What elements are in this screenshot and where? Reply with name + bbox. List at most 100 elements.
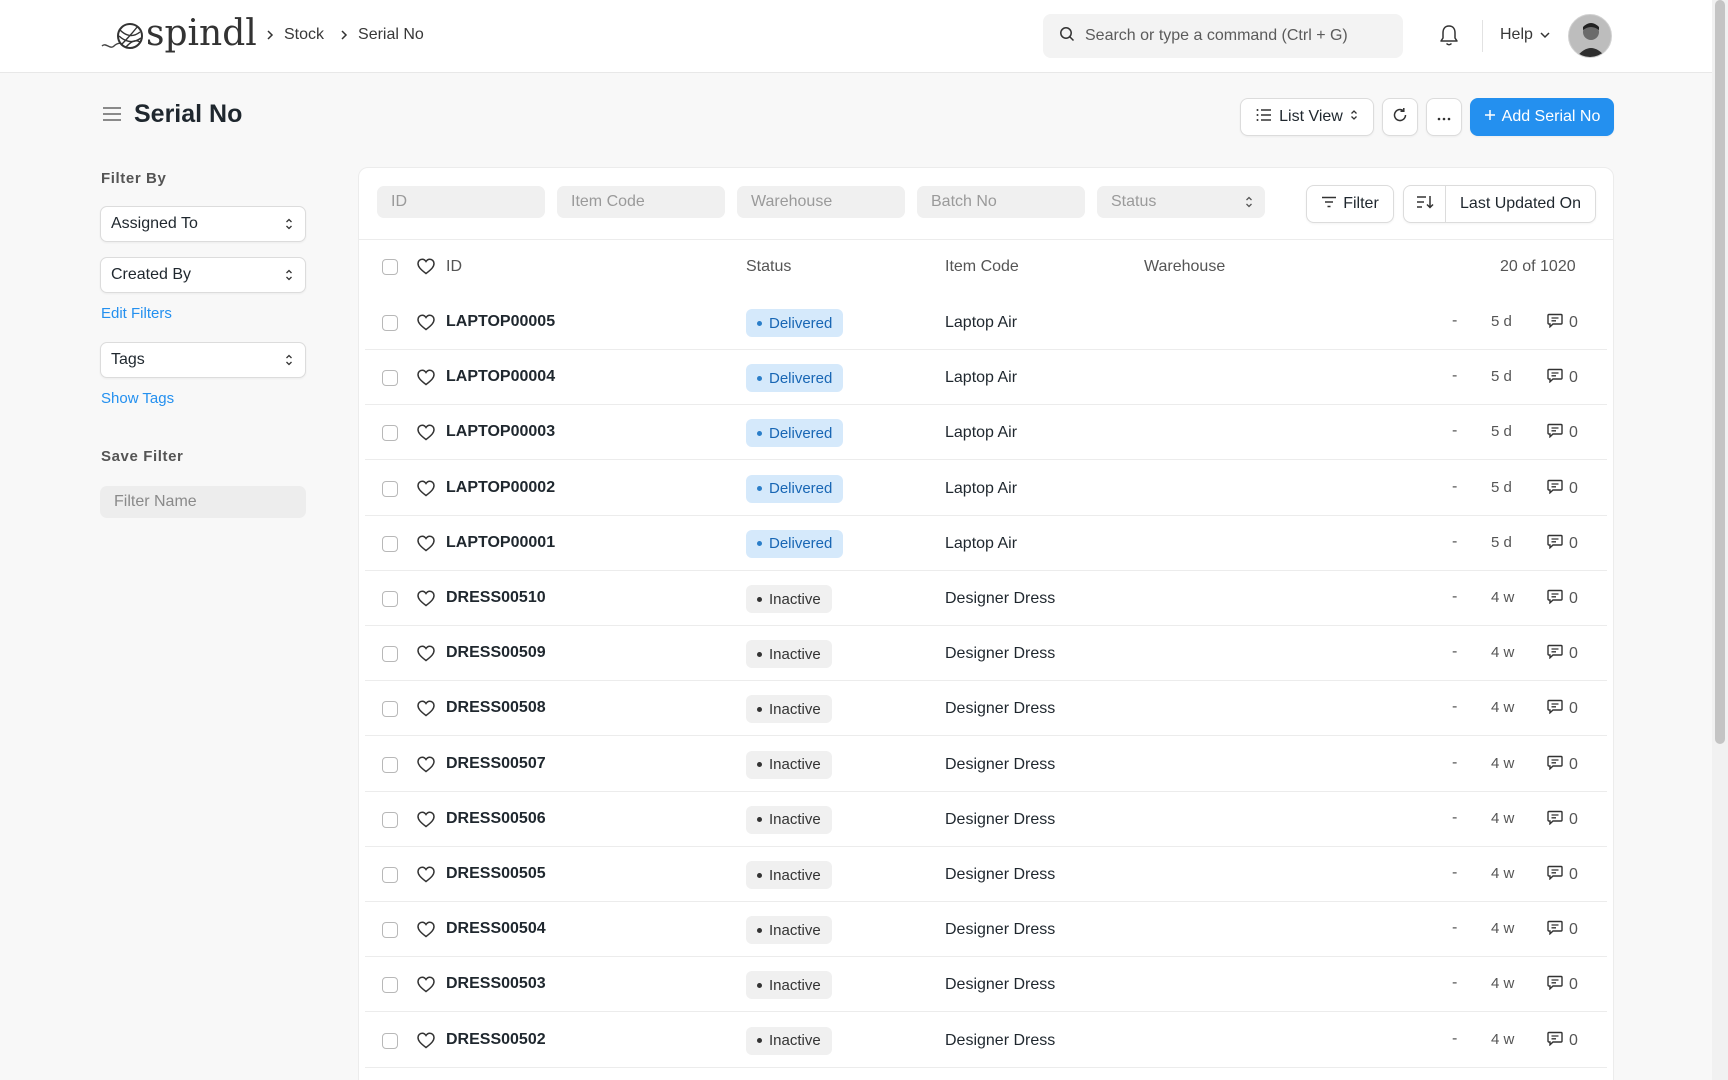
row-id[interactable]: DRESS00503 [446, 975, 546, 993]
row-checkbox[interactable] [382, 867, 398, 883]
table-row[interactable]: LAPTOP00004 Delivered Laptop Air - 5 d 0 [365, 350, 1607, 406]
row-comments[interactable]: 0 [1547, 810, 1578, 830]
row-checkbox[interactable] [382, 315, 398, 331]
heart-icon[interactable] [417, 480, 435, 502]
row-comments[interactable]: 0 [1547, 423, 1578, 443]
row-checkbox[interactable] [382, 977, 398, 994]
table-row[interactable]: DRESS00504 Inactive Designer Dress - 4 w 0 [365, 902, 1607, 958]
row-comments[interactable]: 0 [1547, 865, 1578, 885]
table-row[interactable]: DRESS00503 Inactive Designer Dress - 4 w 0 [365, 957, 1607, 1013]
sort-field-button[interactable]: Last Updated On [1446, 186, 1595, 222]
table-row[interactable]: DRESS00509 Inactive Designer Dress - 4 w 0 [365, 626, 1607, 682]
row-comments[interactable]: 0 [1547, 589, 1578, 609]
row-checkbox[interactable] [382, 425, 398, 442]
id-filter-input[interactable] [377, 186, 545, 218]
row-id[interactable]: DRESS00505 [446, 865, 546, 883]
tags-select[interactable]: Tags [100, 342, 306, 378]
row-comments[interactable]: 0 [1547, 920, 1578, 940]
table-row[interactable]: DRESS00505 Inactive Designer Dress - 4 w 0 [365, 847, 1607, 902]
row-id[interactable]: LAPTOP00001 [446, 534, 555, 552]
row-checkbox[interactable] [382, 922, 398, 939]
add-serial-no-button[interactable]: Add Serial No [1470, 98, 1614, 136]
table-row[interactable]: DRESS00507 Inactive Designer Dress - 4 w 0 [365, 737, 1607, 792]
table-row[interactable]: LAPTOP00005 Delivered Laptop Air - 5 d 0 [365, 295, 1607, 350]
row-comments[interactable]: 0 [1547, 368, 1578, 388]
row-id[interactable]: LAPTOP00002 [446, 479, 555, 497]
select-all-checkbox[interactable] [382, 259, 398, 275]
row-id[interactable]: LAPTOP00004 [446, 368, 555, 386]
row-id[interactable]: DRESS00509 [446, 644, 546, 662]
list-view-button[interactable]: List View [1240, 98, 1374, 136]
row-id[interactable]: DRESS00508 [446, 699, 546, 717]
row-id[interactable]: LAPTOP00003 [446, 423, 555, 441]
row-checkbox[interactable] [382, 646, 398, 663]
table-row[interactable]: LAPTOP00003 Delivered Laptop Air - 5 d 0 [365, 405, 1607, 461]
heart-icon[interactable] [417, 590, 435, 612]
row-id[interactable]: DRESS00504 [446, 920, 546, 938]
heart-icon[interactable] [417, 424, 435, 446]
heart-icon[interactable] [417, 700, 435, 722]
row-id[interactable]: DRESS00510 [446, 589, 546, 607]
row-comments[interactable]: 0 [1547, 1031, 1578, 1051]
bell-icon[interactable] [1438, 23, 1460, 52]
row-checkbox[interactable] [382, 370, 398, 387]
table-row[interactable]: DRESS00510 Inactive Designer Dress - 4 w 0 [365, 571, 1607, 626]
table-row[interactable]: LAPTOP00001 Delivered Laptop Air - 5 d 0 [365, 516, 1607, 571]
table-row[interactable]: DRESS00502 Inactive Designer Dress - 4 w 0 [365, 1013, 1607, 1068]
row-id[interactable]: DRESS00506 [446, 810, 546, 828]
table-row[interactable]: LAPTOP00002 Delivered Laptop Air - 5 d 0 [365, 461, 1607, 516]
row-comments[interactable]: 0 [1547, 313, 1578, 333]
heart-icon[interactable] [417, 535, 435, 557]
more-button[interactable] [1426, 98, 1462, 136]
avatar[interactable] [1568, 14, 1612, 58]
batch-no-filter-input[interactable] [917, 186, 1085, 218]
breadcrumb-serial-no[interactable]: Serial No [358, 26, 424, 44]
scrollbar-thumb[interactable] [1715, 0, 1725, 744]
row-checkbox[interactable] [382, 591, 398, 607]
app-logo[interactable]: spindl [100, 14, 257, 54]
heart-icon[interactable] [417, 369, 435, 391]
row-id[interactable]: LAPTOP00005 [446, 313, 555, 331]
item-code-filter-input[interactable] [557, 186, 725, 218]
row-checkbox[interactable] [382, 811, 398, 828]
heart-icon[interactable] [417, 866, 435, 888]
refresh-button[interactable] [1382, 98, 1418, 136]
created-by-select[interactable]: Created By [100, 257, 306, 293]
menu-icon[interactable] [102, 106, 122, 127]
table-row[interactable]: DRESS00506 Inactive Designer Dress - 4 w 0 [365, 792, 1607, 847]
row-comments[interactable]: 0 [1547, 479, 1578, 499]
row-checkbox[interactable] [382, 701, 398, 718]
heart-icon[interactable] [417, 921, 435, 943]
row-comments[interactable]: 0 [1547, 534, 1578, 554]
heart-icon[interactable] [417, 645, 435, 667]
search-input[interactable] [1085, 27, 1385, 45]
status-filter-select[interactable]: Status [1097, 186, 1265, 218]
breadcrumb-stock[interactable]: Stock [284, 26, 324, 44]
row-checkbox[interactable] [382, 1032, 398, 1049]
row-id[interactable]: DRESS00507 [446, 755, 546, 773]
row-comments[interactable]: 0 [1547, 644, 1578, 664]
row-checkbox[interactable] [382, 535, 398, 552]
assigned-to-select[interactable]: Assigned To [100, 206, 306, 242]
row-comments[interactable]: 0 [1547, 755, 1578, 775]
edit-filters-link[interactable]: Edit Filters [101, 305, 172, 322]
search-bar[interactable] [1043, 14, 1403, 58]
heart-icon[interactable] [417, 1032, 435, 1054]
help-dropdown[interactable]: Help [1500, 26, 1551, 44]
warehouse-filter-input[interactable] [737, 186, 905, 218]
heart-icon[interactable] [417, 756, 435, 778]
row-checkbox[interactable] [382, 480, 398, 497]
heart-icon[interactable] [417, 258, 435, 280]
row-checkbox[interactable] [382, 756, 398, 773]
sort-direction-button[interactable] [1404, 186, 1446, 222]
heart-icon[interactable] [417, 811, 435, 833]
heart-icon[interactable] [417, 314, 435, 336]
filter-name-input[interactable] [100, 486, 306, 518]
row-comments[interactable]: 0 [1547, 975, 1578, 995]
table-row[interactable]: DRESS00508 Inactive Designer Dress - 4 w 0 [365, 681, 1607, 737]
heart-icon[interactable] [417, 976, 435, 998]
row-id[interactable]: DRESS00502 [446, 1031, 546, 1049]
show-tags-link[interactable]: Show Tags [101, 390, 174, 407]
row-comments[interactable]: 0 [1547, 699, 1578, 719]
filter-button[interactable]: Filter [1306, 185, 1394, 223]
